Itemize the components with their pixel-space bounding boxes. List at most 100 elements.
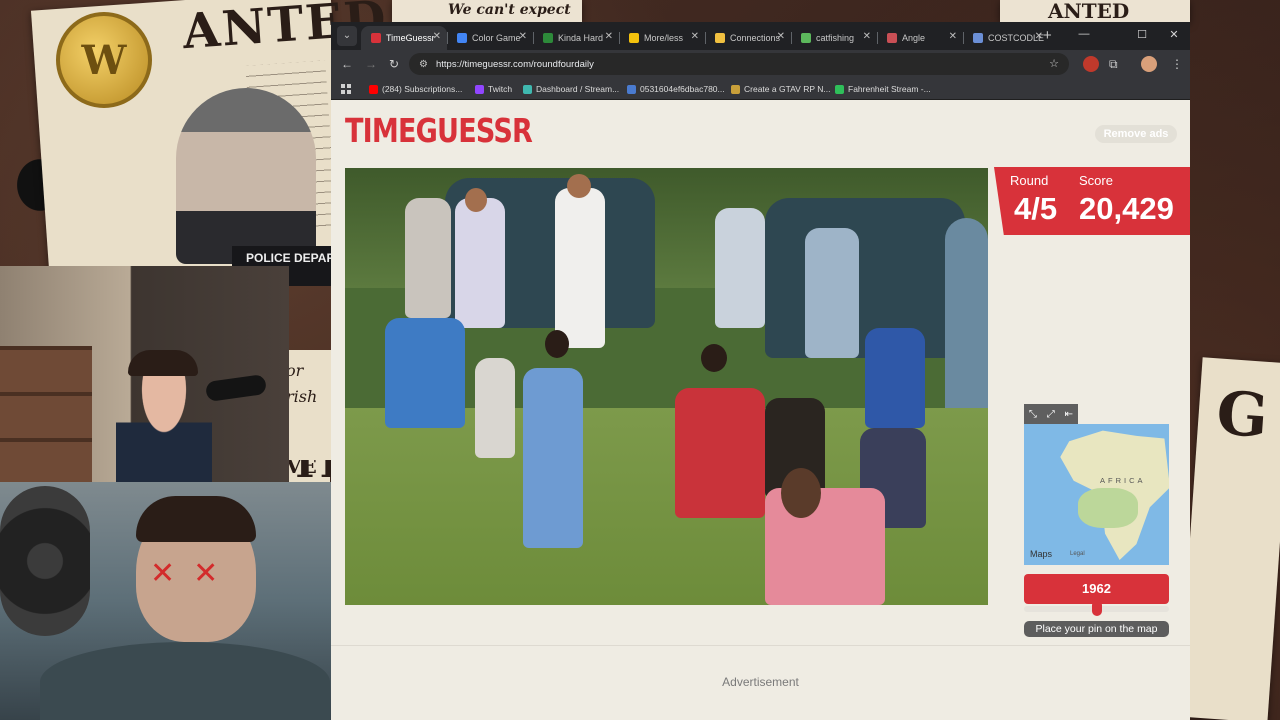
bookmarks-bar: (284) Subscriptions... Twitch Dashboard / …	[331, 78, 1190, 100]
apps-grid-icon[interactable]	[341, 84, 351, 94]
tab-close-icon[interactable]: ✕	[691, 31, 699, 42]
address-bar[interactable]: ⚙ https://timeguessr.com/roundfourdaily …	[409, 53, 1069, 75]
tab-close-icon[interactable]: ✕	[863, 31, 871, 42]
bookmark-item[interactable]: 0531604ef6dbac780...	[627, 82, 725, 96]
youtube-icon	[369, 84, 378, 94]
timeguessr-page: TIMEGUESSR Remove ads Round 4/5 Score 20…	[331, 101, 1190, 720]
wanted-poster-right-top: ANTED	[1000, 0, 1190, 22]
bookmark-star-icon[interactable]: ☆	[1049, 57, 1059, 70]
photo-person	[715, 208, 765, 328]
kinda-hard-icon	[543, 33, 553, 43]
guess-map[interactable]: ⤡ ⤢ ⇤ AFRICA Maps Legal	[1024, 404, 1169, 565]
tab-close-icon[interactable]: ✕	[519, 31, 527, 42]
tab-kinda-hard[interactable]: Kinda Hard ✕	[533, 26, 619, 50]
photo-head	[545, 330, 569, 358]
score-value: 20,429	[1079, 191, 1174, 226]
shrink-map-icon[interactable]: ⤢	[1047, 409, 1055, 420]
tab-close-icon[interactable]: ✕	[433, 31, 441, 42]
back-icon[interactable]: ←	[341, 57, 353, 71]
minimize-icon[interactable]: —	[1077, 28, 1091, 40]
bookmark-item[interactable]: Dashboard / Stream...	[523, 82, 619, 96]
map-legal-link[interactable]: Legal	[1070, 551, 1085, 557]
tab-catfishing[interactable]: catfishing ✕	[791, 26, 877, 50]
new-tab-button[interactable]: +	[1043, 27, 1052, 44]
tab-close-icon[interactable]: ✕	[949, 31, 957, 42]
webcam-feed	[0, 266, 289, 482]
map-toolbar: ⤡ ⤢ ⇤	[1024, 404, 1078, 424]
poster-right-letter: G	[1214, 378, 1271, 452]
page-divider	[331, 645, 1190, 646]
photo-person	[405, 198, 451, 318]
map-region-label: AFRICA	[1100, 476, 1146, 485]
avatar-body	[40, 642, 330, 720]
score-label: Score	[1079, 173, 1113, 188]
map-vegetation	[1078, 488, 1138, 528]
film-reel-icon	[0, 486, 90, 636]
browser-toolbar: ← → ↻ ⚙ https://timeguessr.com/roundfour…	[331, 50, 1190, 78]
tab-close-icon[interactable]: ✕	[605, 31, 613, 42]
poster-small-tag: or rish	[282, 350, 332, 460]
poster-quote-top: We can't expect	[392, 0, 582, 22]
gold-badge-icon: W	[56, 12, 152, 108]
bookmark-item[interactable]: Twitch	[475, 82, 512, 96]
extension-icon[interactable]	[1083, 56, 1099, 72]
more-menu-icon[interactable]: ⋮	[1171, 57, 1183, 71]
expand-map-icon[interactable]: ⤡	[1029, 409, 1037, 420]
gta-icon	[731, 84, 740, 94]
bookmark-label: 0531604ef6dbac780...	[640, 84, 725, 94]
photo-person	[475, 358, 515, 458]
photo-head	[781, 468, 821, 518]
photo-head	[567, 174, 591, 198]
bookshelf	[0, 346, 92, 482]
tab-more-less[interactable]: More/less ✕	[619, 26, 705, 50]
fahrenheit-icon	[835, 84, 844, 94]
forward-icon[interactable]: →	[365, 57, 377, 71]
timeguessr-icon	[371, 33, 381, 43]
site-info-icon[interactable]: ⚙	[419, 59, 428, 70]
tab-separator	[877, 32, 878, 44]
tab-separator	[963, 32, 964, 44]
bookmark-item[interactable]: Fahrenheit Stream -...	[835, 82, 931, 96]
tab-connections[interactable]: Connections ✕	[705, 26, 791, 50]
advertisement-label: Advertisement	[722, 675, 799, 689]
url-text[interactable]: https://timeguessr.com/roundfourdaily	[436, 59, 594, 70]
tab-close-icon[interactable]: ✕	[1035, 31, 1043, 42]
avatar-hair	[136, 496, 256, 542]
place-pin-button[interactable]: Place your pin on the map	[1024, 621, 1169, 637]
tab-close-icon[interactable]: ✕	[777, 31, 785, 42]
tab-timeguessr[interactable]: TimeGuessr ✕	[361, 26, 447, 50]
world-map[interactable]: AFRICA Maps Legal	[1024, 424, 1169, 565]
timeguessr-logo[interactable]: TIMEGUESSR	[345, 111, 533, 150]
round-value: 4/5	[1014, 191, 1058, 226]
tab-search-icon[interactable]: ⌄	[337, 26, 357, 46]
twitch-icon	[475, 84, 484, 94]
photo-child-blue	[523, 368, 583, 548]
profile-avatar-icon[interactable]	[1141, 56, 1157, 72]
dashboard-icon	[523, 84, 532, 94]
tab-costcodle[interactable]: COSTCODLE ✕	[963, 26, 1049, 50]
close-window-icon[interactable]: ✕	[1167, 28, 1181, 41]
browser-window: ⌄ TimeGuessr ✕ Color Game ✕ Kinda Hard ✕ More/…	[331, 22, 1190, 720]
remove-ads-button[interactable]: Remove ads	[1095, 125, 1177, 143]
photo-head	[701, 344, 727, 372]
bookmark-label: Dashboard / Stream...	[536, 84, 620, 94]
bookmark-item[interactable]: Create a GTAV RP N...	[731, 82, 830, 96]
tab-angle[interactable]: Angle ✕	[877, 26, 963, 50]
extensions-puzzle-icon[interactable]: ⧉	[1109, 57, 1118, 72]
bookmark-item[interactable]: (284) Subscriptions...	[369, 82, 462, 96]
more-less-icon	[629, 33, 639, 43]
photo-truck-right	[765, 198, 965, 358]
pin-map-icon[interactable]: ⇤	[1065, 409, 1073, 420]
link-icon	[627, 84, 636, 94]
photo-person	[865, 328, 925, 428]
photo-person	[385, 318, 465, 428]
bookmark-label: (284) Subscriptions...	[382, 84, 463, 94]
reload-icon[interactable]: ↻	[389, 57, 399, 71]
tab-separator	[619, 32, 620, 44]
tab-strip: ⌄ TimeGuessr ✕ Color Game ✕ Kinda Hard ✕ More/…	[331, 22, 1190, 50]
maximize-icon[interactable]: ☐	[1135, 28, 1149, 41]
tab-color-game[interactable]: Color Game ✕	[447, 26, 533, 50]
year-slider-thumb[interactable]	[1091, 600, 1102, 616]
cartoon-avatar-top	[176, 88, 316, 264]
bookmark-label: Fahrenheit Stream -...	[848, 84, 931, 94]
